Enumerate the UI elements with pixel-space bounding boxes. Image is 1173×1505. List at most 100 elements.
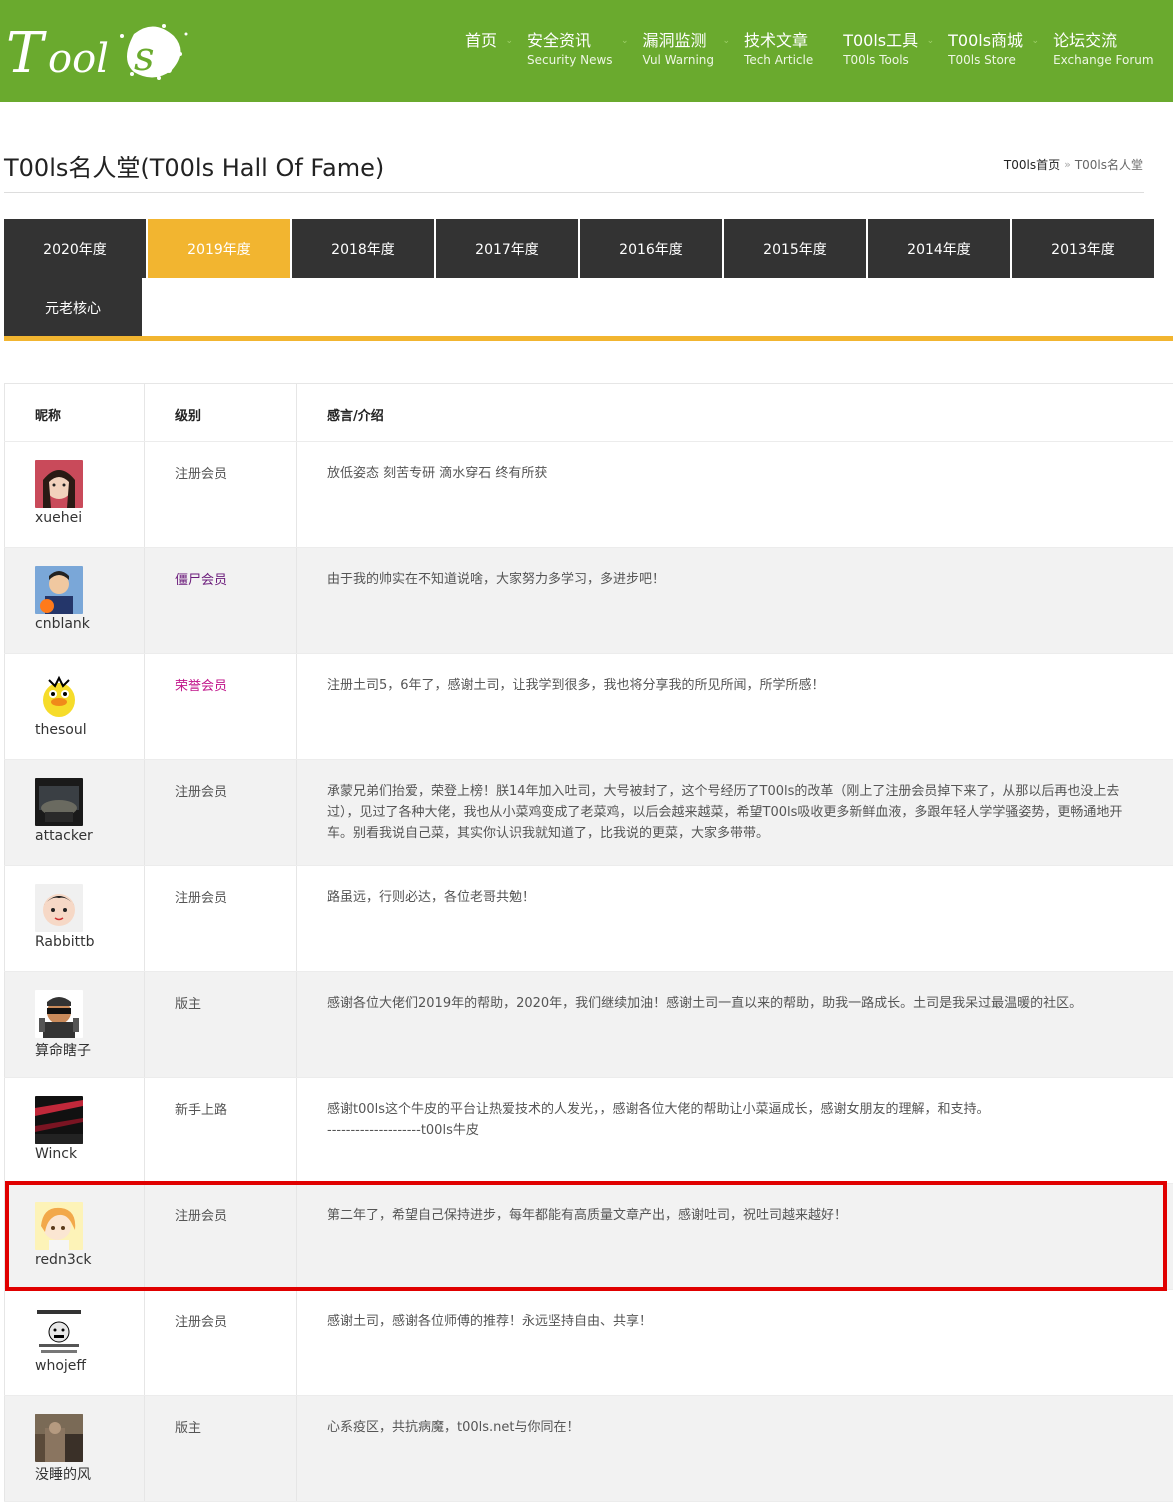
nav-item-2[interactable]: 漏洞监测 Vul Warning ⌄ (633, 30, 734, 76)
tab-year-7[interactable]: 2013年度 (1012, 219, 1154, 278)
user-intro: 感谢各位大佬们2019年的帮助，2020年，我们继续加油！感谢土司一直以来的帮助… (327, 996, 1083, 1011)
avatar[interactable] (35, 884, 83, 932)
table-row: 没睡的风 版主 心系疫区，共抗病魔，t00ls.net与你同在！ (4, 1396, 1173, 1502)
nav-item-sublabel: T00ls Store (948, 53, 1016, 67)
user-nickname[interactable]: redn3ck (35, 1252, 92, 1268)
nav-item-sublabel: Tech Article (744, 53, 814, 67)
nav-item-6[interactable]: 论坛交流 Exchange Forum (1043, 30, 1173, 76)
user-intro: 注册土司5，6年了，感谢土司，让我学到很多，我也将分享我的所见所闻，所学所感！ (327, 678, 825, 693)
nav-item-label: 漏洞监测 (642, 31, 707, 50)
nav-item-label: 技术文章 (744, 31, 809, 50)
breadcrumb: T00ls首页 » T00ls名人堂 (1004, 156, 1143, 173)
nav-item-1[interactable]: 安全资讯 Security News ⌄ (517, 30, 633, 76)
chevron-down-icon: ⌄ (621, 36, 629, 46)
user-intro: 承蒙兄弟们抬爱，荣登上榜！朕14年加入吐司，大号被封了，这个号经历了T00ls的… (327, 784, 1123, 841)
user-level: 注册会员 (175, 467, 228, 482)
tab-year-8[interactable]: 元老核心 (4, 278, 142, 337)
svg-text:s: s (134, 34, 155, 80)
column-header-level: 级别 (175, 409, 202, 424)
avatar[interactable] (35, 1096, 83, 1144)
avatar[interactable] (35, 990, 83, 1038)
breadcrumb-current: T00ls名人堂 (1074, 158, 1143, 172)
nav-item-sublabel: T00ls Tools (843, 53, 909, 67)
user-intro: 感谢t00ls这个牛皮的平台让热爱技术的人发光，，感谢各位大佬的帮助让小菜逼成长… (327, 1102, 990, 1138)
svg-text:ool: ool (48, 36, 109, 82)
breadcrumb-home-link[interactable]: T00ls首页 (1004, 156, 1060, 173)
column-header-nickname: 昵称 (35, 409, 62, 424)
user-nickname[interactable]: cnblank (35, 616, 90, 632)
user-intro: 感谢土司，感谢各位师傅的推荐！永远坚持自由、共享！ (327, 1314, 653, 1329)
site-header: T ool s 首页 ⌄ 安全资讯 Security News ⌄ 漏洞监测 Vul War… (0, 0, 1173, 102)
nav-item-sublabel: Exchange Forum (1053, 53, 1154, 67)
table-header-row: 昵称 级别 感言/介绍 (4, 384, 1173, 442)
title-divider (4, 192, 1144, 193)
nav-item-label: 论坛交流 (1053, 31, 1118, 50)
chevron-down-icon: ⌄ (926, 36, 935, 46)
user-intro: 路虽远，行则必达，各位老哥共勉！ (327, 890, 536, 905)
user-level: 僵尸会员 (175, 573, 228, 588)
page-title: T00ls名人堂(T00ls Hall Of Fame) (4, 154, 385, 182)
table-row: whojeff 注册会员 感谢土司，感谢各位师傅的推荐！永远坚持自由、共享！ (4, 1290, 1173, 1396)
tab-year-6[interactable]: 2014年度 (868, 219, 1010, 278)
user-intro: 第二年了，希望自己保持进步，每年都能有高质量文章产出，感谢吐司，祝吐司越来越好！ (327, 1208, 848, 1223)
tab-year-3[interactable]: 2017年度 (436, 219, 578, 278)
user-level: 版主 (175, 1421, 202, 1436)
user-level: 注册会员 (175, 785, 228, 800)
avatar[interactable] (35, 1414, 83, 1462)
user-nickname[interactable]: 算命瞎子 (35, 1040, 91, 1060)
tabs-underline (4, 336, 1173, 341)
tab-year-5[interactable]: 2015年度 (724, 219, 866, 278)
chevron-down-icon: ⌄ (505, 36, 514, 46)
avatar[interactable] (35, 1202, 83, 1250)
user-intro: 心系疫区，共抗病魔，t00ls.net与你同在！ (327, 1420, 580, 1435)
avatar[interactable] (35, 1308, 83, 1356)
user-nickname[interactable]: xuehei (35, 510, 82, 526)
tab-year-0[interactable]: 2020年度 (4, 219, 146, 278)
user-level: 荣誉会员 (175, 679, 228, 694)
svg-text:T: T (6, 21, 47, 84)
column-header-intro: 感言/介绍 (327, 409, 384, 424)
tab-year-1[interactable]: 2019年度 (148, 219, 290, 278)
nav-item-label: T00ls工具 (843, 31, 919, 50)
nav-item-4[interactable]: T00ls工具 T00ls Tools ⌄ (833, 30, 938, 76)
table-row: cnblank 僵尸会员 由于我的帅实在不知道说啥，大家努力多学习，多进步吧！ (4, 548, 1173, 654)
chevron-down-icon: ⌄ (1031, 36, 1040, 46)
user-nickname[interactable]: Rabbittb (35, 934, 95, 950)
user-level: 注册会员 (175, 891, 228, 906)
user-nickname[interactable]: 没睡的风 (35, 1464, 91, 1484)
user-nickname[interactable]: attacker (35, 828, 93, 844)
user-level: 注册会员 (175, 1315, 228, 1330)
user-intro: 放低姿态 刻苦专研 滴水穿石 终有所获 (327, 466, 548, 481)
nav-item-0[interactable]: 首页 ⌄ (455, 30, 517, 76)
breadcrumb-separator: » (1064, 158, 1071, 171)
avatar[interactable] (35, 566, 83, 614)
nav-item-label: 安全资讯 (527, 31, 592, 50)
table-row: Winck 新手上路 感谢t00ls这个牛皮的平台让热爱技术的人发光，，感谢各位大佬… (4, 1078, 1173, 1184)
table-row: 算命瞎子 版主 感谢各位大佬们2019年的帮助，2020年，我们继续加油！感谢土司一… (4, 972, 1173, 1078)
avatar[interactable] (35, 672, 83, 720)
avatar[interactable] (35, 460, 83, 508)
table-row: attacker 注册会员 承蒙兄弟们抬爱，荣登上榜！朕14年加入吐司，大号被封了，… (4, 760, 1173, 866)
table-row: xuehei 注册会员 放低姿态 刻苦专研 滴水穿石 终有所获 (4, 442, 1173, 548)
table-row: redn3ck 注册会员 第二年了，希望自己保持进步，每年都能有高质量文章产出，感谢… (4, 1184, 1173, 1290)
tab-year-2[interactable]: 2018年度 (292, 219, 434, 278)
user-nickname[interactable]: thesoul (35, 722, 87, 738)
nav-item-sublabel: Security News (527, 53, 613, 67)
nav-item-5[interactable]: T00ls商城 T00ls Store ⌄ (938, 30, 1043, 76)
nav-item-label: 首页 (465, 31, 498, 50)
table-row: Rabbittb 注册会员 路虽远，行则必达，各位老哥共勉！ (4, 866, 1173, 972)
user-level: 版主 (175, 997, 202, 1012)
main-nav: 首页 ⌄ 安全资讯 Security News ⌄ 漏洞监测 Vul Warning ⌄ 技术文… (455, 30, 1173, 76)
user-level: 注册会员 (175, 1209, 228, 1224)
user-intro: 由于我的帅实在不知道说啥，大家努力多学习，多进步吧！ (327, 572, 666, 587)
site-logo[interactable]: T ool s (4, 12, 194, 86)
hall-of-fame-table: 昵称 级别 感言/介绍 xuehei 注册会员 放低姿态 刻苦专研 滴水穿石 终有所… (4, 383, 1173, 1502)
tab-year-4[interactable]: 2016年度 (580, 219, 722, 278)
user-level: 新手上路 (175, 1103, 228, 1118)
avatar[interactable] (35, 778, 83, 826)
nav-item-sublabel: Vul Warning (642, 53, 715, 67)
user-nickname[interactable]: Winck (35, 1146, 77, 1162)
nav-item-3[interactable]: 技术文章 Tech Article (734, 30, 833, 76)
nav-item-label: T00ls商城 (948, 31, 1024, 50)
user-nickname[interactable]: whojeff (35, 1358, 86, 1374)
